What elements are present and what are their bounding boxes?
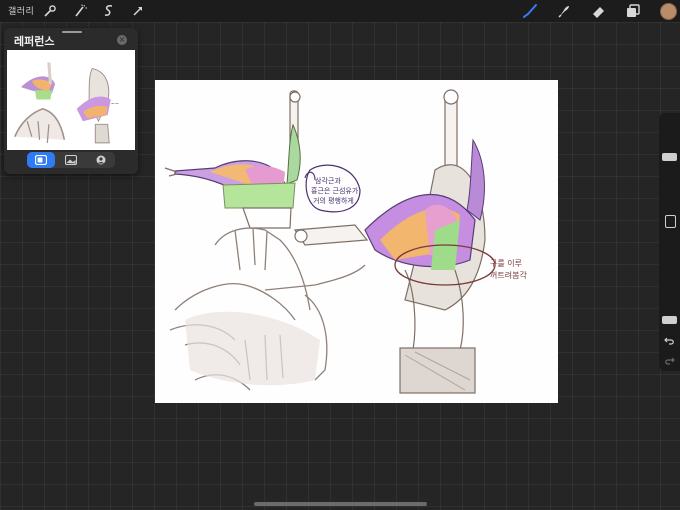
reference-panel: 레퍼런스 × ~~: [4, 28, 138, 174]
layers-icon[interactable]: [625, 3, 641, 19]
close-icon[interactable]: ×: [117, 35, 127, 45]
undo-icon[interactable]: [664, 331, 675, 345]
annotation-text: 구를 이루: [490, 258, 522, 268]
annotation-text: 거의 평행하게: [313, 196, 354, 205]
panel-drag-handle[interactable]: [62, 31, 82, 33]
brush-size-slider[interactable]: [662, 152, 677, 161]
magic-wand-icon[interactable]: [72, 3, 88, 19]
image-mode-icon[interactable]: [57, 152, 85, 168]
brush-icon[interactable]: [522, 3, 538, 19]
transform-arrow-icon[interactable]: [130, 3, 146, 19]
canvas-mode-icon[interactable]: [27, 152, 55, 168]
redo-icon[interactable]: [664, 351, 675, 365]
reference-thumbnail: ~~: [7, 50, 135, 150]
panel-title: 레퍼런스: [14, 35, 55, 48]
face-mode-icon[interactable]: [87, 152, 115, 168]
home-indicator[interactable]: [254, 502, 427, 506]
annotation-text: 꺼트려봄각: [490, 270, 527, 280]
top-toolbar: 갤러리: [0, 0, 680, 22]
gallery-button[interactable]: 갤러리: [8, 4, 34, 17]
brush-opacity-slider[interactable]: [662, 316, 677, 325]
modify-button[interactable]: [665, 215, 676, 228]
color-swatch[interactable]: [660, 3, 677, 20]
eraser-icon[interactable]: [590, 3, 606, 19]
wrench-icon[interactable]: [42, 3, 58, 19]
drawing-canvas[interactable]: 삼각근과 흉근은 근섬유가 거의 평행하게 구를 이루 꺼트려봄각: [155, 80, 558, 403]
selection-icon[interactable]: [101, 3, 117, 19]
right-shoulder-sketch: [293, 89, 496, 394]
annotation-text: 흉근은 근섬유가: [311, 186, 359, 195]
brush-sidebar: [659, 113, 680, 371]
svg-text:~~: ~~: [111, 102, 119, 108]
smudge-icon[interactable]: [556, 3, 572, 19]
annotation-text: 삼각근과: [315, 176, 341, 185]
reference-mode-switch: [27, 152, 115, 168]
left-shoulder-sketch: [164, 90, 316, 229]
